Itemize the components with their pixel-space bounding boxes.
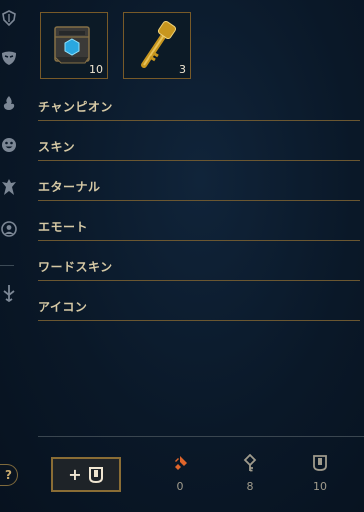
chest-count: 10	[89, 63, 103, 76]
mask-icon[interactable]	[0, 48, 18, 68]
category-skin[interactable]: スキン	[38, 135, 360, 161]
ward-totem-icon[interactable]	[0, 177, 18, 197]
left-rail: ?	[0, 0, 22, 512]
help-icon: ?	[5, 468, 12, 482]
smiley-icon[interactable]	[0, 135, 18, 155]
key-count-footer: 8	[246, 480, 254, 493]
flame-icon[interactable]	[0, 93, 18, 113]
key-icon	[243, 454, 257, 472]
rail-divider	[0, 265, 14, 266]
key-count: 3	[179, 63, 186, 76]
category-label: スキン	[38, 140, 76, 154]
category-label: チャンピオン	[38, 100, 113, 114]
chest-currency: 10	[300, 454, 340, 502]
category-label: ワードスキン	[38, 260, 113, 274]
category-eternal[interactable]: エターナル	[38, 175, 360, 201]
category-label: アイコン	[38, 300, 88, 314]
chest-icon	[313, 455, 327, 471]
category-label: エターナル	[38, 180, 101, 194]
help-button[interactable]: ?	[0, 464, 18, 486]
add-chest-button[interactable]: +	[51, 457, 121, 492]
key-currency: 8	[230, 454, 270, 502]
plus-icon: +	[68, 465, 82, 484]
chest-icon	[88, 466, 103, 483]
key-fragment-currency: 0	[160, 454, 200, 502]
category-ward-skin[interactable]: ワードスキン	[38, 255, 360, 281]
chest-count-footer: 10	[313, 480, 327, 493]
chest-tile[interactable]: 10	[40, 12, 108, 79]
key-fragment-count: 0	[176, 480, 184, 493]
category-label: エモート	[38, 220, 89, 234]
category-icon[interactable]: アイコン	[38, 295, 360, 321]
category-champion[interactable]: チャンピオン	[38, 95, 360, 121]
shield-crest-icon[interactable]	[0, 8, 18, 28]
key-fragment-icon	[175, 456, 187, 470]
category-emote[interactable]: エモート	[38, 215, 360, 241]
profile-icon[interactable]	[0, 219, 18, 239]
key-tile[interactable]: 3	[123, 12, 191, 79]
sword-down-icon[interactable]	[0, 283, 18, 303]
footer-divider	[38, 436, 364, 437]
